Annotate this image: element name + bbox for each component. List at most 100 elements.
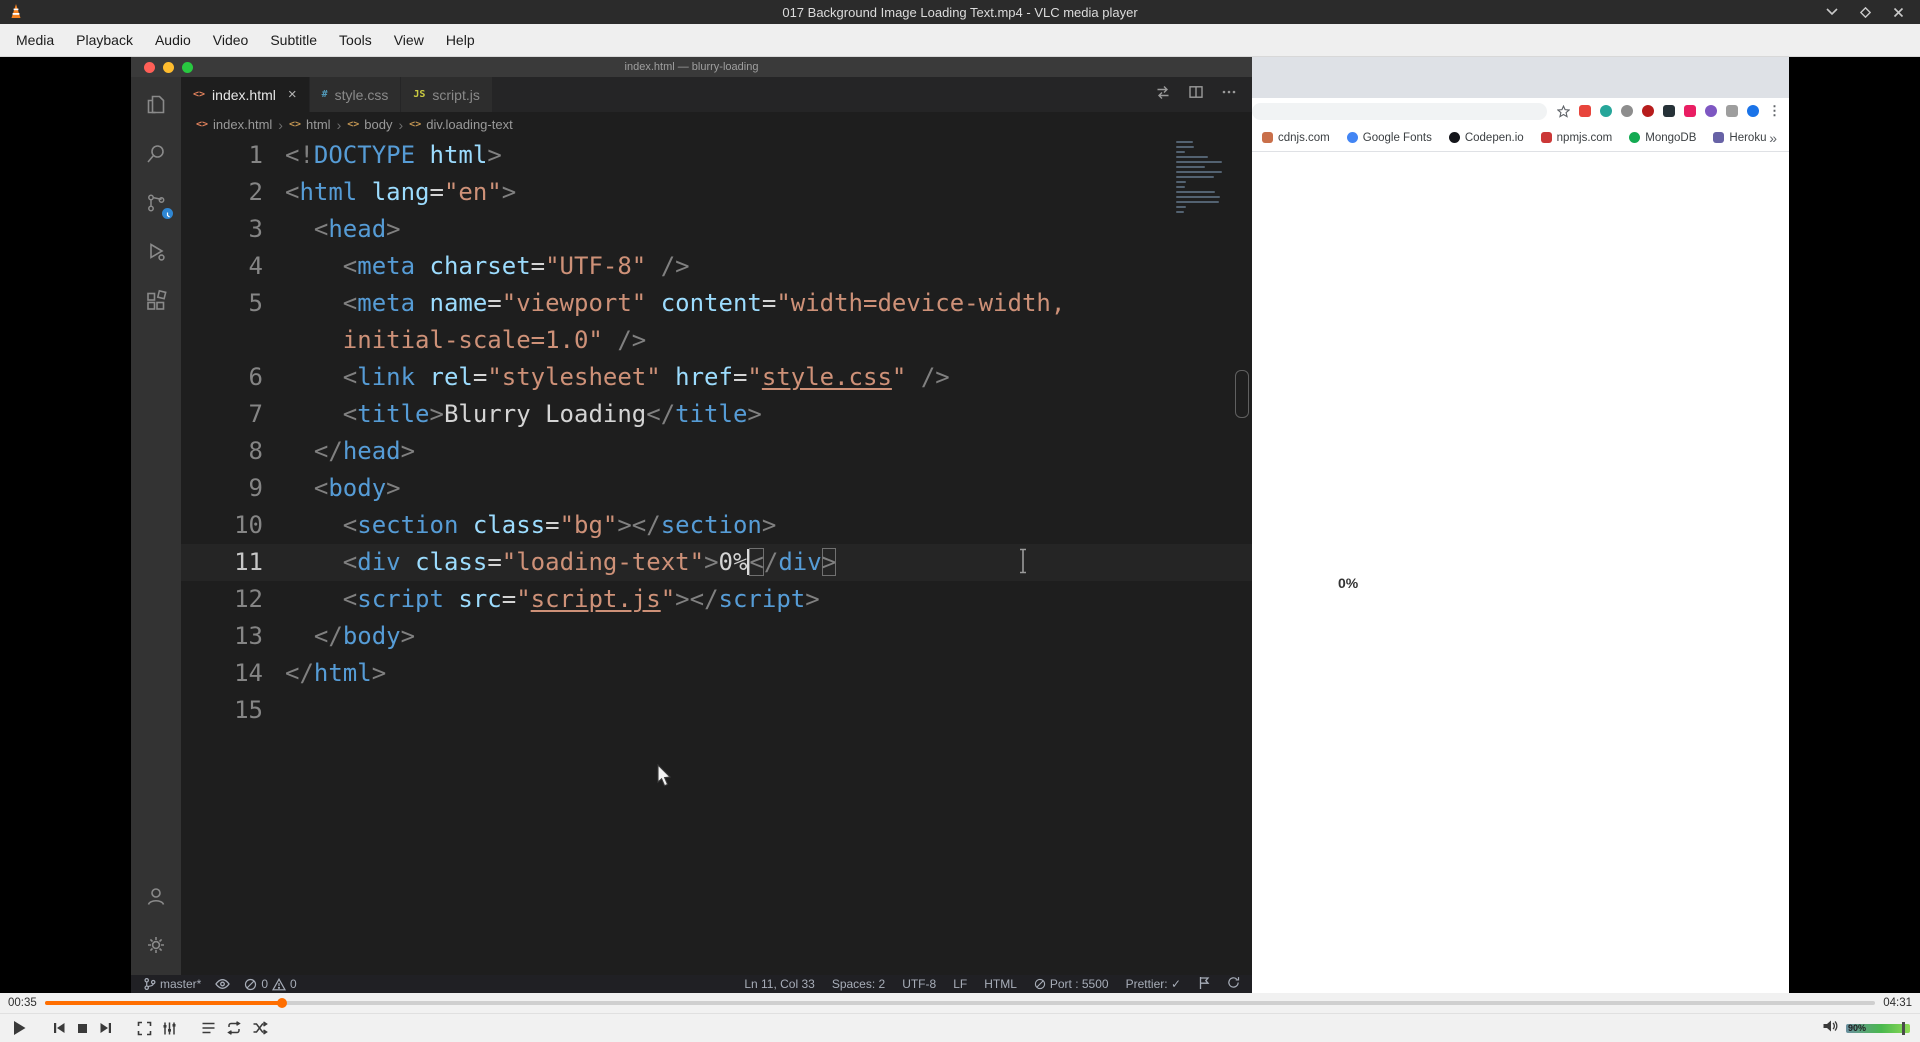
extended-settings-button[interactable] (162, 1021, 177, 1036)
close-tab-icon[interactable]: × (288, 86, 297, 103)
extension-icon-profile[interactable] (1747, 105, 1759, 117)
bookmark-Google Fonts[interactable]: Google Fonts (1347, 132, 1432, 144)
menu-item-audio[interactable]: Audio (144, 24, 202, 56)
indentation[interactable]: Spaces: 2 (832, 977, 885, 991)
account-icon[interactable] (131, 871, 181, 920)
menu-item-video[interactable]: Video (202, 24, 260, 56)
play-button[interactable] (10, 1019, 28, 1037)
split-editor-icon[interactable] (1188, 84, 1204, 105)
code-line-4[interactable]: 4 <meta charset="UTF-8" /> (181, 248, 1252, 285)
next-button[interactable] (99, 1021, 113, 1035)
video-display[interactable]: index.html — blurry-loading (0, 57, 1920, 993)
code-line-14[interactable]: 14</html> (181, 655, 1252, 692)
sync-icon[interactable] (1227, 976, 1240, 992)
seek-slider[interactable] (45, 1001, 1875, 1005)
playlist-button[interactable] (201, 1021, 216, 1035)
tab-script.js[interactable]: JSscript.js (401, 77, 493, 112)
extension-icon-ext-2[interactable] (1600, 105, 1612, 117)
line-number[interactable]: 15 (181, 692, 285, 729)
minimap[interactable] (1176, 141, 1230, 218)
extension-icon-ext-3[interactable] (1621, 105, 1633, 117)
encoding[interactable]: UTF-8 (902, 977, 936, 991)
extension-icon-ext-5[interactable] (1663, 105, 1675, 117)
bookmark-star-icon[interactable] (1557, 105, 1570, 118)
menu-item-view[interactable]: View (383, 24, 435, 56)
search-icon[interactable] (131, 129, 181, 178)
code-line-3[interactable]: 3 <head> (181, 211, 1252, 248)
tab-style.css[interactable]: #style.css (310, 77, 402, 112)
line-number[interactable]: 14 (181, 655, 285, 692)
macos-zoom-button[interactable] (182, 62, 193, 73)
menu-item-playback[interactable]: Playback (65, 24, 144, 56)
breadcrumb-item-div.loading-text[interactable]: <>div.loading-text (409, 117, 513, 132)
bookmark-npmjs.com[interactable]: npmjs.com (1541, 132, 1613, 144)
code-line-2[interactable]: 2<html lang="en"> (181, 174, 1252, 211)
line-number[interactable]: 5 (181, 285, 285, 322)
run-debug-icon[interactable] (131, 227, 181, 276)
menu-item-media[interactable]: Media (5, 24, 65, 56)
menu-item-help[interactable]: Help (435, 24, 486, 56)
code-line-6[interactable]: 6 <link rel="stylesheet" href="style.css… (181, 359, 1252, 396)
scrollbar-thumb[interactable] (1235, 370, 1249, 418)
bookmarks-overflow-icon[interactable]: » (1769, 130, 1777, 146)
fullscreen-button[interactable] (137, 1021, 152, 1036)
volume-slider[interactable]: 90% (1846, 1024, 1910, 1033)
cursor-position[interactable]: Ln 11, Col 33 (744, 977, 815, 991)
previous-button[interactable] (52, 1021, 66, 1035)
branch-indicator[interactable]: master* (143, 977, 201, 991)
line-number[interactable]: 6 (181, 359, 285, 396)
settings-gear-icon[interactable] (131, 920, 181, 969)
line-number[interactable] (181, 322, 285, 359)
problems-indicator[interactable]: 0 0 (244, 977, 296, 991)
line-number[interactable]: 12 (181, 581, 285, 618)
explorer-icon[interactable] (131, 80, 181, 129)
code-line-12[interactable]: 12 <script src="script.js"></script> (181, 581, 1252, 618)
line-number[interactable]: 9 (181, 470, 285, 507)
line-number[interactable]: 8 (181, 433, 285, 470)
flag-icon[interactable] (1198, 976, 1210, 993)
minimize-icon[interactable] (1826, 8, 1838, 16)
code-line-15[interactable]: 15 (181, 692, 1252, 729)
code-line-7[interactable]: 7 <title>Blurry Loading</title> (181, 396, 1252, 433)
macos-close-button[interactable] (144, 62, 155, 73)
volume-icon[interactable] (1822, 1019, 1838, 1038)
extension-icon-ext-6[interactable] (1684, 105, 1696, 117)
line-number[interactable]: 3 (181, 211, 285, 248)
gitlens-eye-icon[interactable] (215, 978, 230, 990)
tab-index.html[interactable]: <>index.html× (181, 77, 310, 112)
code-line-11[interactable]: 11 <div class="loading-text">0%</div> (181, 544, 1252, 581)
code-editor[interactable]: 1<!DOCTYPE html>2<html lang="en">3 <head… (181, 137, 1252, 975)
extension-icon-ext-4[interactable] (1642, 105, 1654, 117)
volume-handle[interactable] (1902, 1022, 1905, 1035)
close-icon[interactable] (1893, 7, 1904, 18)
macos-minimize-button[interactable] (163, 62, 174, 73)
extension-icon-ext-7[interactable] (1705, 105, 1717, 117)
code-line-10[interactable]: 10 <section class="bg"></section> (181, 507, 1252, 544)
line-number[interactable]: 4 (181, 248, 285, 285)
shuffle-button[interactable] (252, 1021, 268, 1035)
extensions-icon[interactable] (131, 276, 181, 325)
stop-button[interactable] (76, 1022, 89, 1035)
maximize-icon[interactable] (1860, 7, 1871, 18)
source-control-icon[interactable] (131, 178, 181, 227)
code-line-9[interactable]: 9 <body> (181, 470, 1252, 507)
live-server-port[interactable]: Port : 5500 (1034, 977, 1109, 991)
code-line-wrap[interactable]: initial-scale=1.0" /> (181, 322, 1252, 359)
menu-item-subtitle[interactable]: Subtitle (259, 24, 328, 56)
bookmark-Heroku[interactable]: Heroku (1713, 132, 1766, 144)
code-line-1[interactable]: 1<!DOCTYPE html> (181, 137, 1252, 174)
language-mode[interactable]: HTML (984, 977, 1017, 991)
breadcrumb-item-html[interactable]: <>html (289, 117, 331, 132)
extension-icon-ext-8[interactable] (1726, 105, 1738, 117)
bookmark-MongoDB[interactable]: MongoDB (1629, 132, 1696, 144)
menu-item-tools[interactable]: Tools (328, 24, 383, 56)
code-line-8[interactable]: 8 </head> (181, 433, 1252, 470)
line-number[interactable]: 7 (181, 396, 285, 433)
line-number[interactable]: 10 (181, 507, 285, 544)
eol-indicator[interactable]: LF (953, 977, 967, 991)
line-number[interactable]: 11 (181, 544, 285, 581)
code-line-13[interactable]: 13 </body> (181, 618, 1252, 655)
breadcrumb-item-index.html[interactable]: <>index.html (196, 117, 272, 132)
line-number[interactable]: 13 (181, 618, 285, 655)
prettier-status[interactable]: Prettier: ✓ (1126, 977, 1181, 991)
